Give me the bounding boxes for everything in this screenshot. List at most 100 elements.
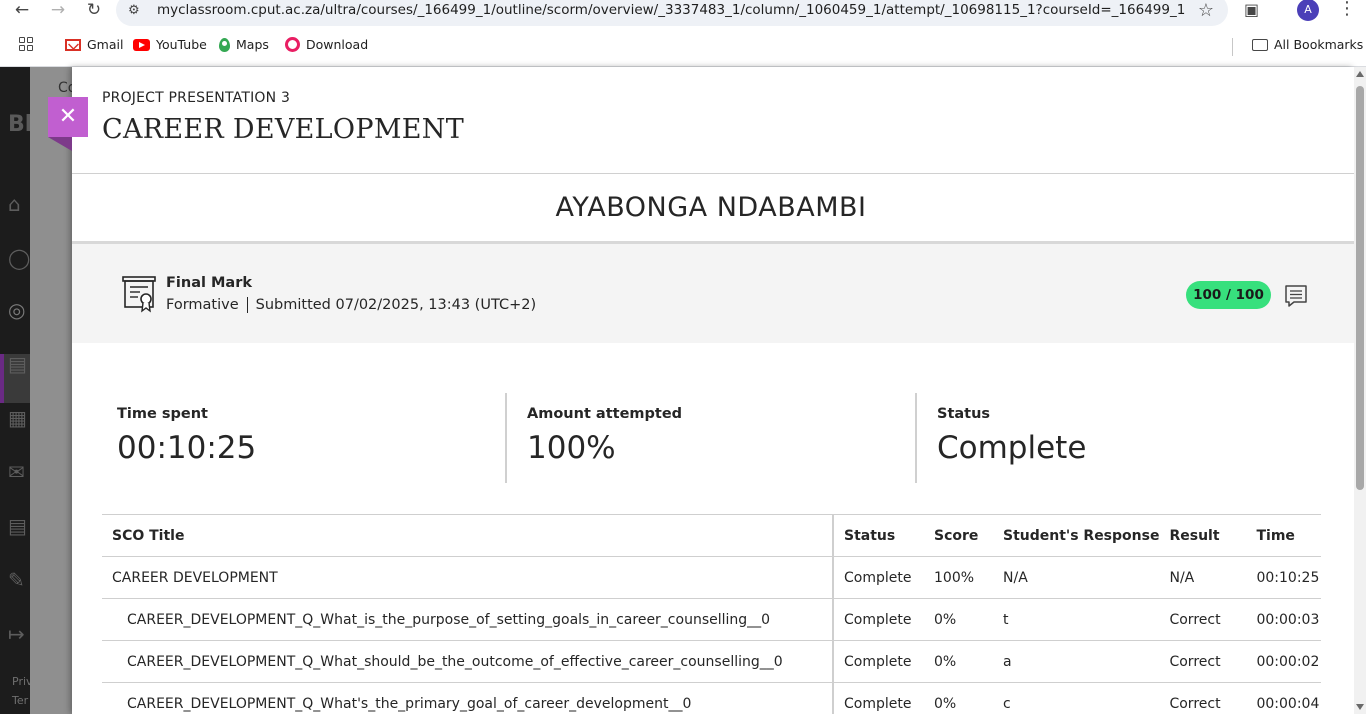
stat-value: 00:10:25 bbox=[117, 430, 257, 466]
grid-icon: ▤ bbox=[8, 352, 27, 376]
browser-menu-icon[interactable]: ⋮ bbox=[1338, 0, 1356, 19]
page-title: CAREER DEVELOPMENT bbox=[102, 114, 465, 145]
sco-title: CAREER DEVELOPMENT bbox=[102, 556, 834, 599]
tools-icon: ✎ bbox=[8, 568, 25, 592]
stat-value: Complete bbox=[937, 430, 1087, 466]
lms-sidebar: Bl ⌂ ◯ ◎ ▤ ▦ ✉ ▤ ✎ ↦ Priv Ter bbox=[0, 67, 33, 714]
sco-table: SCO Title Status Score Student's Respons… bbox=[102, 514, 1321, 714]
stat-divider bbox=[915, 393, 917, 483]
back-icon[interactable]: ← bbox=[12, 1, 32, 21]
feedback-icon[interactable] bbox=[1284, 284, 1308, 308]
sco-time: 00:10:25 bbox=[1246, 556, 1321, 599]
attempt-stats: Time spent 00:10:25 Amount attempted 100… bbox=[72, 393, 1354, 483]
column-header: Time bbox=[1246, 514, 1321, 557]
sco-title: CAREER_DEVELOPMENT_Q_What's_the_primary_… bbox=[102, 682, 834, 714]
maps-icon bbox=[219, 37, 230, 52]
bookmark-maps[interactable]: Maps bbox=[219, 37, 269, 52]
score-badge: 100 / 100 bbox=[1186, 281, 1271, 309]
bookmark-gmail[interactable]: Gmail bbox=[65, 37, 123, 52]
scrollbar-thumb[interactable] bbox=[1356, 86, 1364, 490]
apps-icon[interactable] bbox=[19, 37, 33, 51]
column-header: Score bbox=[924, 514, 993, 557]
scroll-down-arrow-icon[interactable] bbox=[1356, 704, 1364, 710]
sco-response: N/A bbox=[993, 556, 1160, 599]
close-icon: ✕ bbox=[58, 104, 78, 129]
sco-time: 00:00:03 bbox=[1246, 598, 1321, 641]
bookmark-download[interactable]: Download bbox=[285, 37, 368, 52]
stat-value: 100% bbox=[527, 430, 616, 466]
lms-content-dimmed: Co bbox=[30, 67, 76, 714]
table-header-row: SCO Title Status Score Student's Respons… bbox=[102, 514, 1321, 557]
calendar-icon: ▦ bbox=[8, 406, 27, 430]
sco-status: Complete bbox=[833, 682, 924, 714]
grade-type: Formative bbox=[166, 297, 239, 313]
divider bbox=[72, 173, 1354, 174]
bookmarks-bar: Gmail YouTube Maps Download All Bookmark… bbox=[0, 26, 1366, 67]
gmail-icon bbox=[65, 38, 81, 51]
sco-status: Complete bbox=[833, 640, 924, 683]
reload-icon[interactable]: ↻ bbox=[84, 1, 104, 21]
terms-link: Ter bbox=[12, 694, 29, 707]
site-settings-icon[interactable]: ⚙ bbox=[128, 3, 144, 18]
sco-response: a bbox=[993, 640, 1160, 683]
all-bookmarks-label: All Bookmarks bbox=[1274, 37, 1364, 52]
bookmark-label: Maps bbox=[236, 37, 269, 52]
forward-icon[interactable]: → bbox=[48, 1, 68, 21]
bookmark-label: YouTube bbox=[156, 37, 207, 52]
bookmark-label: Gmail bbox=[87, 37, 124, 52]
sco-result: Correct bbox=[1159, 598, 1247, 641]
column-header: Result bbox=[1159, 514, 1247, 557]
globe-icon: ◎ bbox=[8, 298, 26, 322]
sco-time: 00:00:04 bbox=[1246, 682, 1321, 714]
sco-score: 0% bbox=[924, 640, 993, 683]
sco-score: 0% bbox=[924, 598, 993, 641]
sco-status: Complete bbox=[833, 598, 924, 641]
profile-icon: ◯ bbox=[8, 246, 31, 270]
address-bar[interactable]: ⚙ myclassroom.cput.ac.za/ultra/courses/_… bbox=[116, 0, 1228, 26]
attempt-panel: PROJECT PRESENTATION 3 CAREER DEVELOPMEN… bbox=[72, 67, 1354, 714]
sco-title: CAREER_DEVELOPMENT_Q_What_is_the_purpose… bbox=[102, 598, 834, 641]
sco-title: CAREER_DEVELOPMENT_Q_What_should_be_the_… bbox=[102, 640, 834, 683]
sco-response: c bbox=[993, 682, 1160, 714]
url-text[interactable]: myclassroom.cput.ac.za/ultra/courses/_16… bbox=[157, 2, 1185, 18]
bookmark-star-icon[interactable]: ☆ bbox=[1198, 0, 1214, 21]
scroll-up-arrow-icon[interactable] bbox=[1356, 71, 1364, 77]
submitted-date: Submitted 07/02/2025, 13:43 (UTC+2) bbox=[255, 297, 537, 313]
column-header: Status bbox=[833, 514, 924, 557]
sco-score: 100% bbox=[924, 556, 993, 599]
bookmark-youtube[interactable]: YouTube bbox=[133, 37, 207, 52]
browser-toolbar: ← → ↻ ⚙ myclassroom.cput.ac.za/ultra/cou… bbox=[0, 0, 1366, 26]
table-row: CAREER DEVELOPMENT Complete 100% N/A N/A… bbox=[102, 556, 1321, 599]
certificate-icon bbox=[122, 276, 156, 313]
institution-icon: ⌂ bbox=[8, 192, 21, 216]
student-name: AYABONGA NDABAMBI bbox=[555, 192, 867, 223]
meta-separator bbox=[246, 297, 248, 313]
grade-meta: Formative Submitted 07/02/2025, 13:43 (U… bbox=[166, 297, 536, 313]
table-row: CAREER_DEVELOPMENT_Q_What_is_the_purpose… bbox=[102, 598, 1321, 641]
sco-result: Correct bbox=[1159, 682, 1247, 714]
sco-status: Complete bbox=[833, 556, 924, 599]
folder-icon bbox=[1252, 38, 1268, 51]
profile-avatar[interactable]: A bbox=[1297, 0, 1319, 21]
sco-score: 0% bbox=[924, 682, 993, 714]
sco-result: Correct bbox=[1159, 640, 1247, 683]
mail-icon: ✉ bbox=[8, 460, 25, 484]
table-row: CAREER_DEVELOPMENT_Q_What_should_be_the_… bbox=[102, 640, 1321, 683]
close-panel-button[interactable]: ✕ bbox=[48, 97, 88, 137]
grade-label: Final Mark bbox=[166, 275, 253, 291]
lms-logo: Bl bbox=[8, 112, 33, 137]
download-icon bbox=[285, 37, 300, 52]
sco-time: 00:00:02 bbox=[1246, 640, 1321, 683]
page-scrollbar[interactable] bbox=[1354, 67, 1366, 714]
column-header: Student's Response bbox=[993, 514, 1160, 557]
close-button-fold bbox=[48, 137, 72, 151]
sco-response: t bbox=[993, 598, 1160, 641]
stat-label: Time spent bbox=[117, 406, 208, 422]
extensions-icon[interactable]: ▣ bbox=[1244, 0, 1264, 20]
youtube-icon bbox=[133, 38, 150, 51]
all-bookmarks[interactable]: All Bookmarks bbox=[1252, 37, 1363, 52]
sco-result: N/A bbox=[1159, 556, 1247, 599]
panel-kicker: PROJECT PRESENTATION 3 bbox=[102, 90, 291, 106]
grade-summary: Final Mark Formative Submitted 07/02/202… bbox=[72, 244, 1354, 343]
stat-label: Status bbox=[937, 406, 991, 422]
